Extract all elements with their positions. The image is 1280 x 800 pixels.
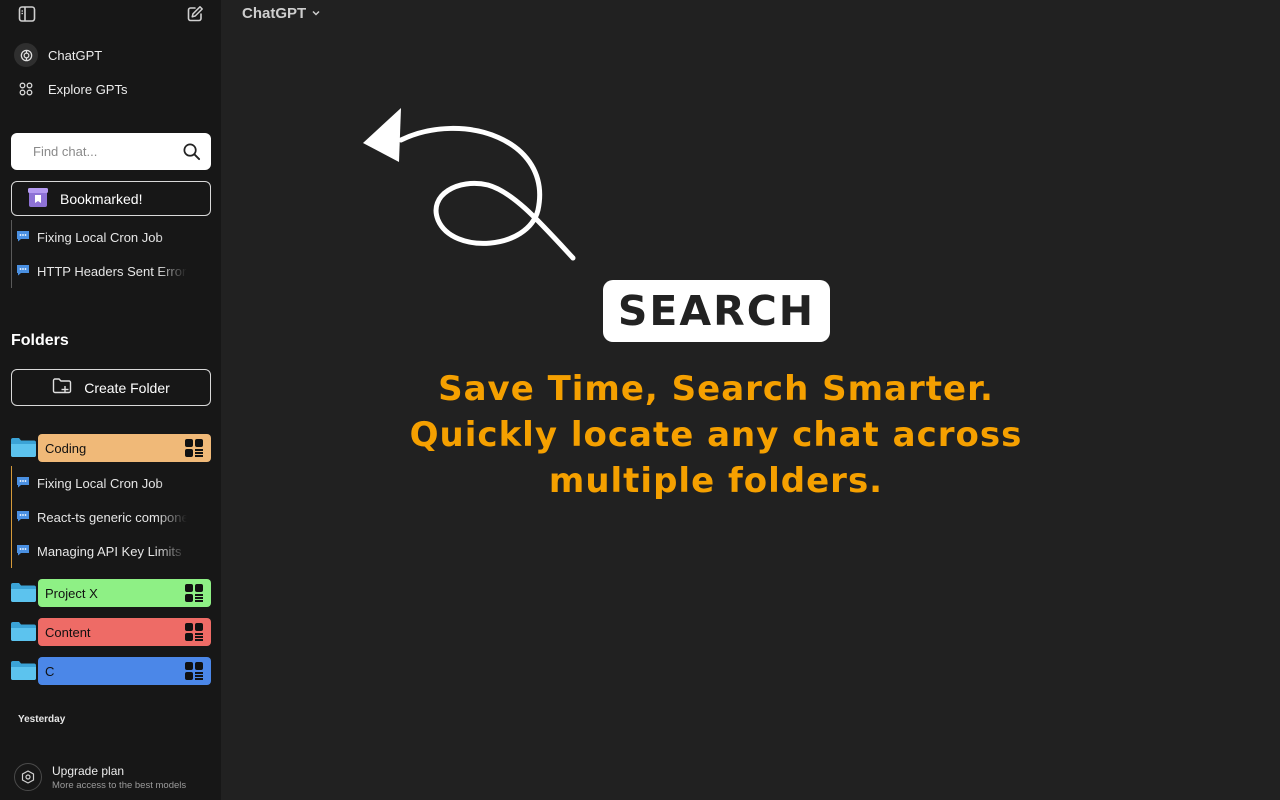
folder-name: Content	[45, 624, 91, 640]
upgrade-icon	[14, 763, 42, 791]
folder-icon	[11, 437, 36, 462]
create-folder-label: Create Folder	[84, 379, 170, 396]
create-folder-button[interactable]: Create Folder	[11, 369, 211, 406]
bookmarked-button[interactable]: Bookmarked!	[11, 181, 211, 216]
headline-line: multiple folders.	[548, 461, 884, 501]
model-selector[interactable]: ChatGPT	[242, 5, 321, 22]
sidebar-top-icons	[16, 6, 206, 26]
bookmarked-label: Bookmarked!	[60, 190, 143, 207]
bookmarked-chat-list: Fixing Local Cron Job HTTP Headers Sent …	[11, 220, 201, 288]
folder-coding[interactable]: Coding	[11, 434, 211, 462]
section-label-yesterday: Yesterday	[18, 714, 66, 725]
folder-name: C	[45, 663, 55, 679]
folder-menu-icon[interactable]	[185, 623, 203, 646]
upgrade-subtitle: More access to the best models	[52, 779, 187, 791]
chat-title: Fixing Local Cron Job	[37, 475, 163, 491]
folder-icon	[11, 621, 36, 646]
folder-c[interactable]: C	[11, 657, 211, 685]
chat-bubble-icon	[16, 510, 30, 525]
sidebar: ChatGPT Explore GPTs Bookmarked! Fixing …	[0, 0, 221, 800]
chat-bubble-icon	[16, 264, 30, 279]
folder-menu-icon[interactable]	[185, 439, 203, 462]
grid-dots-icon	[14, 77, 38, 101]
chat-title: Managing API Key Limits	[37, 543, 182, 559]
chat-item[interactable]: HTTP Headers Sent Error	[12, 254, 201, 288]
bookmark-bin-icon	[26, 185, 50, 212]
headline-line: Save Time, Search Smarter.	[438, 369, 994, 409]
chat-item[interactable]: Fixing Local Cron Job	[12, 220, 201, 254]
openai-logo-icon	[14, 43, 38, 67]
headline-line: Quickly locate any chat across	[409, 415, 1023, 455]
folder-content[interactable]: Content	[11, 618, 211, 646]
chat-item[interactable]: Fixing Local Cron Job	[12, 466, 201, 500]
folder-project-x[interactable]: Project X	[11, 579, 211, 607]
folder-icon	[11, 582, 36, 607]
main-area: ChatGPT SEARCH Save Time, Search Smarter…	[221, 0, 1280, 800]
promo-headline: Save Time, Search Smarter. Quickly locat…	[321, 366, 1111, 504]
folder-menu-icon[interactable]	[185, 662, 203, 685]
folder-plus-icon	[52, 377, 72, 398]
nav-item-label: Explore GPTs	[48, 81, 128, 97]
upgrade-plan-button[interactable]: Upgrade plan More access to the best mod…	[14, 760, 214, 794]
chevron-down-icon	[311, 5, 321, 22]
model-label: ChatGPT	[242, 5, 307, 22]
folder-name: Coding	[45, 440, 87, 456]
chat-bubble-icon	[16, 544, 30, 559]
folders-heading: Folders	[11, 332, 69, 349]
folder-chat-list: Fixing Local Cron Job React-ts generic c…	[11, 466, 201, 568]
find-chat-input[interactable]	[33, 144, 173, 159]
chat-title: React-ts generic components	[37, 509, 187, 525]
curved-arrow-illustration	[363, 100, 583, 270]
upgrade-title: Upgrade plan	[52, 763, 125, 778]
truncated-chat-item	[10, 741, 210, 747]
nav-item-explore-gpts[interactable]: Explore GPTs	[14, 75, 127, 103]
chat-item[interactable]: Managing API Key Limits	[12, 534, 201, 568]
folder-icon	[11, 660, 36, 685]
search-badge-text: SEARCH	[617, 287, 816, 335]
chat-title: HTTP Headers Sent Error	[37, 263, 187, 279]
search-badge: SEARCH	[603, 280, 830, 342]
nav-item-label: ChatGPT	[48, 47, 103, 63]
chat-bubble-icon	[16, 476, 30, 491]
find-chat-search	[11, 133, 211, 170]
search-icon[interactable]	[182, 142, 201, 166]
toggle-sidebar-icon[interactable]	[16, 3, 38, 25]
chat-title: Fixing Local Cron Job	[37, 229, 163, 245]
nav-item-chatgpt[interactable]: ChatGPT	[14, 41, 102, 69]
folder-menu-icon[interactable]	[185, 584, 203, 607]
chat-item[interactable]: React-ts generic components	[12, 500, 201, 534]
new-chat-icon[interactable]	[184, 3, 206, 25]
folder-name: Project X	[45, 585, 98, 601]
chat-bubble-icon	[16, 230, 30, 245]
